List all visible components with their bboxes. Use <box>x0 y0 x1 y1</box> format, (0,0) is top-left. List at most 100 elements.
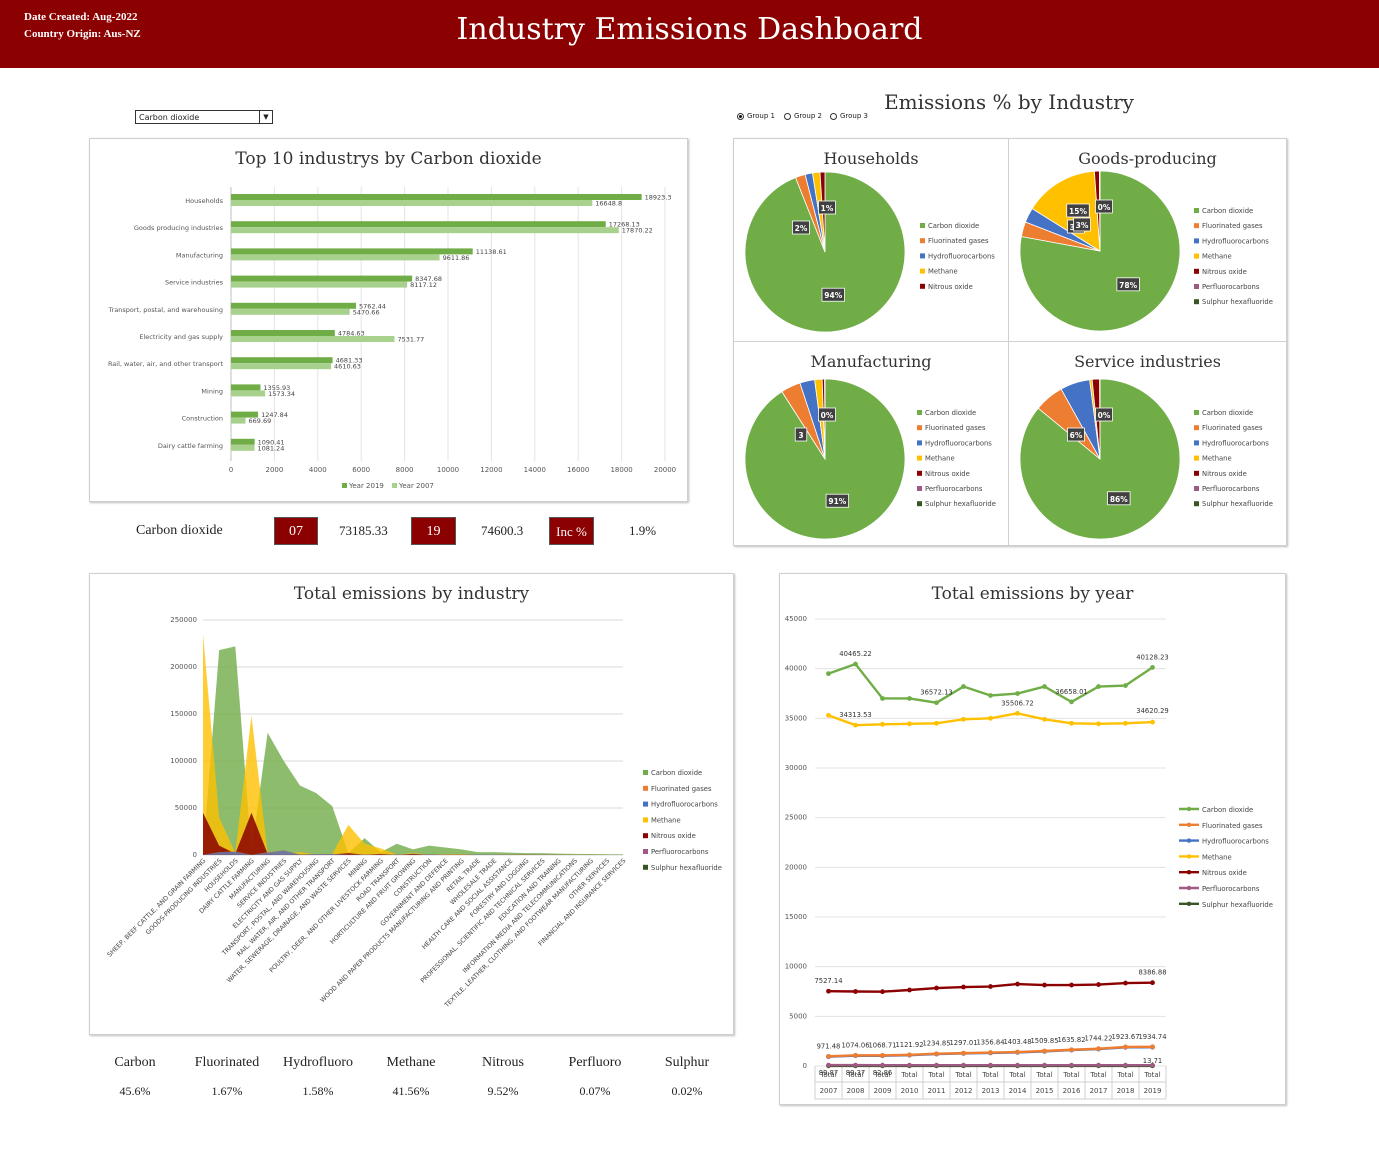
y-tick-label: 5000 <box>789 1012 807 1020</box>
x-tick-label: 16000 <box>567 466 589 474</box>
line-chart-svg: 0 5000 10000 15000 20000 25000 30000 35000 40000… <box>785 615 1273 1100</box>
point-label: 1509.85 <box>1030 1037 1058 1045</box>
gas-select-value: Carbon dioxide <box>139 113 200 122</box>
legend-label: Nitrous oxide <box>1202 268 1247 276</box>
line-point <box>1150 1044 1155 1050</box>
legend-label: Perfluorocarbons <box>925 485 983 493</box>
kpi-value-a: 73185.33 <box>339 523 388 538</box>
point-label: 1068.71 <box>868 1041 896 1049</box>
bar-value-label: 4610.63 <box>334 363 361 371</box>
x-tick-label: 8000 <box>396 466 414 474</box>
gas-select-dropdown[interactable]: Carbon dioxide ▼ <box>135 110 273 124</box>
line-point <box>853 1052 858 1058</box>
point-label: 13.71 <box>1143 1057 1162 1065</box>
point-label: 40128.23 <box>1136 653 1168 661</box>
category-label: Transport, postal, and warehousing <box>108 306 223 314</box>
gas-share-label: Carbon <box>114 1055 156 1070</box>
x-tick-label: 2011 <box>928 1087 946 1095</box>
legend-marker <box>1186 885 1192 891</box>
x-tick-label: 2015 <box>1036 1087 1054 1095</box>
line-point <box>1150 980 1155 986</box>
line-point <box>1150 719 1155 725</box>
legend-label: Sulphur hexafluoride <box>1202 500 1273 508</box>
line-point <box>1069 982 1074 988</box>
line-point <box>961 684 966 689</box>
y-tick-label: 45000 <box>785 615 807 623</box>
pie-goods-producing: Goods-producing 78%3%3%15%0%Carbon dioxi… <box>1009 139 1286 341</box>
legend-swatch <box>1194 440 1199 446</box>
line-point <box>1069 1047 1074 1053</box>
data-label: 3% <box>1076 221 1089 230</box>
y-tick-label: 35000 <box>785 714 807 722</box>
legend-swatch <box>917 425 922 431</box>
bar <box>231 357 333 364</box>
legend-label: Perfluorocarbons <box>651 848 709 856</box>
legend-label: Fluorinated gases <box>1202 424 1263 432</box>
legend-swatch <box>1194 425 1199 431</box>
legend-label: Carbon dioxide <box>651 769 702 777</box>
line-point <box>1042 716 1047 722</box>
x-tick-label: 2018 <box>1117 1087 1135 1095</box>
legend-swatch <box>1194 208 1199 213</box>
bar <box>231 275 413 282</box>
area-chart-panel: Total emissions by industry 0 50000 100000… <box>89 573 734 1035</box>
x-tick-label: 2017 <box>1090 1087 1108 1095</box>
line-point <box>1096 1046 1101 1052</box>
y-tick-label: 150000 <box>170 710 197 718</box>
data-label: 3 <box>798 431 803 440</box>
page-title: Industry Emissions Dashboard <box>456 12 923 47</box>
gas-share-value: 1.58% <box>302 1084 334 1098</box>
gas-share-label: Sulphur <box>664 1055 710 1070</box>
x-group-label: Total <box>1089 1071 1106 1079</box>
chevron-down-icon[interactable]: ▼ <box>259 111 272 123</box>
line-point <box>907 1052 912 1058</box>
y-tick-label: 15000 <box>785 913 807 921</box>
line-point <box>1150 664 1155 670</box>
point-label: 36572.13 <box>920 689 952 697</box>
point-label: 82.86 <box>873 1069 892 1077</box>
legend-label: Carbon dioxide <box>1202 409 1253 417</box>
legend-swatch <box>643 801 648 807</box>
line-point <box>1123 1062 1128 1068</box>
x-group-label: Total <box>981 1071 998 1079</box>
top10-bar-chart-panel: Top 10 industrys by Carbon dioxide 0 2000… <box>89 138 688 502</box>
legend-swatch <box>917 410 922 415</box>
legend-label: Methane <box>651 816 681 824</box>
legend-swatch <box>1194 223 1199 229</box>
legend-swatch <box>643 833 648 839</box>
kpi-year-b-badge: 19 <box>411 517 456 545</box>
x-tick-label: 2014 <box>1009 1087 1027 1095</box>
pie-svg: 91% 3 0% Carbon dioxide Fluorinated gases Hyd… <box>744 378 996 540</box>
y-tick-label: 100000 <box>170 757 197 765</box>
y-tick-label: 20000 <box>785 863 807 871</box>
line-point <box>907 1062 912 1068</box>
gas-share-label: Hydrofluoro <box>283 1055 353 1070</box>
line-point <box>1042 982 1047 988</box>
line-point <box>880 989 885 995</box>
point-label: 36658.01 <box>1055 688 1087 696</box>
line-point <box>934 1051 939 1057</box>
legend-label: Fluorinated gases <box>928 237 989 245</box>
x-group-label: Total <box>954 1071 971 1079</box>
legend-swatch <box>643 849 648 854</box>
legend-swatch <box>920 283 925 289</box>
line-point <box>853 1062 858 1068</box>
legend-label: Hydrofluorocarbons <box>925 439 992 447</box>
bar <box>231 302 357 309</box>
legend-label: Methane <box>925 455 955 463</box>
legend-swatch <box>1194 501 1199 507</box>
bar <box>231 330 335 336</box>
x-group-label: Total <box>1035 1071 1052 1079</box>
line-point <box>1123 683 1128 688</box>
legend-label: Hydrofluorocarbons <box>1202 838 1269 846</box>
pie-svg: 86% 6% 0% Carbon dioxide Fluorinated gases Hy… <box>1019 378 1273 540</box>
bar <box>231 281 408 288</box>
data-label: 86% <box>1110 495 1128 504</box>
line-point <box>826 1053 831 1059</box>
legend-swatch <box>1194 455 1199 461</box>
bar-value-label: 1081.24 <box>257 444 284 452</box>
legend-label: Sulphur hexafluoride <box>1202 901 1273 909</box>
area-chart-svg: 0 50000 100000 150000 200000 250000 SHEEP, BEE… <box>106 616 722 1010</box>
bar <box>231 363 332 370</box>
legend-swatch <box>1194 268 1199 274</box>
